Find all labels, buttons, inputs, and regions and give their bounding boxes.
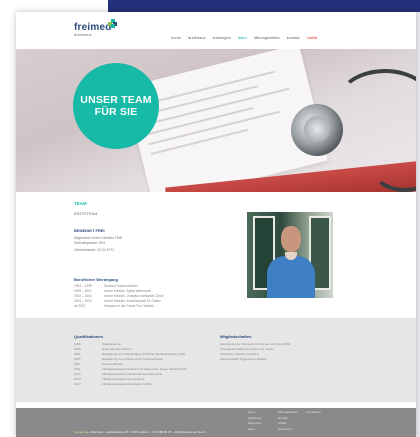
person-name: BENEDIKT FREI bbox=[74, 228, 105, 233]
website-page: freimed ärztehaus home ärztehaus leistun… bbox=[16, 12, 416, 437]
footer-nav-col3: impressum bbox=[306, 410, 321, 416]
qualification-row: 2014 Fähigkeitsausweis Sonographie bbox=[74, 377, 145, 381]
qualification-row: 1999 Staatsexamen bbox=[74, 342, 122, 346]
nav-item-team[interactable]: team bbox=[238, 35, 247, 40]
footer-link[interactable]: impressum bbox=[278, 427, 297, 433]
footer-link[interactable]: öffnungszeiten bbox=[278, 410, 297, 416]
footer-link[interactable]: team bbox=[248, 427, 262, 433]
footer-nav-col2: öffnungszeiten kontakt notfall impressum bbox=[278, 410, 297, 432]
footer-nav-col1: home ärztehaus leistungen team bbox=[248, 410, 262, 432]
footer-address-text: · ärztehaus · wattwilstrasse 66 · 9630 w… bbox=[88, 430, 206, 434]
footer-link[interactable]: impressum bbox=[306, 410, 321, 416]
hero-banner: UNSER TEAM FÜR SIE bbox=[16, 49, 416, 192]
section-title: TEAM bbox=[74, 201, 87, 206]
qualification-row: 2017 Fähigkeitsausweis Praxislabor FAMH bbox=[74, 382, 152, 386]
nav-item-oeffnungszeiten[interactable]: öffnungszeiten bbox=[254, 35, 280, 40]
person-detail: Allgemeine Innere Medizin FMH bbox=[74, 236, 123, 240]
nav-item-leistungen[interactable]: leistungen bbox=[213, 35, 231, 40]
nav-item-kontakt[interactable]: kontakt bbox=[287, 35, 300, 40]
qualification-row: 2011 Fähigkeitsausweis Facharzt für Allge… bbox=[74, 367, 187, 371]
footer-link[interactable]: leistungen bbox=[248, 421, 262, 427]
qualifications-title: Qualifikationen bbox=[74, 334, 103, 339]
qualification-row: 2005 Bewilligung zum Führen einer Privata… bbox=[74, 357, 163, 361]
qualifications-section: Qualifikationen 1999 Staatsexamen 2000 Dok… bbox=[16, 318, 416, 402]
footer-brand: freimed ag bbox=[74, 430, 89, 434]
cross-logo-icon bbox=[108, 19, 117, 28]
nav-item-notfall[interactable]: notfall bbox=[307, 35, 318, 40]
nav-item-home[interactable]: home bbox=[171, 35, 181, 40]
career-row: 1993 – 1999 Studium Humanmedizin bbox=[74, 284, 138, 288]
membership-row: Vereinigung der Schweizer Ärztinnen und … bbox=[220, 342, 291, 346]
qualification-row: 2000 Doktortitel der Medizin bbox=[74, 347, 132, 351]
membership-row: Ärztegesellschaft des Kantons St. Gallen bbox=[220, 347, 275, 351]
doctor-photo bbox=[247, 212, 333, 298]
stethoscope-diaphragm bbox=[304, 116, 330, 142]
nav-item-aerztehaus[interactable]: ärztehaus bbox=[188, 35, 206, 40]
person-detail: Hofmatt/partner 09% bbox=[74, 241, 106, 245]
hero-title-circle: UNSER TEAM FÜR SIE bbox=[73, 63, 159, 149]
person-detail: Gebutstdatum: 10.04.1972 bbox=[74, 248, 115, 252]
footer-address: freimed ag· ärztehaus · wattwilstrasse 6… bbox=[74, 430, 205, 434]
hero-title-line2: FÜR SIE bbox=[94, 106, 138, 118]
section-subtitle: ÄRZTETEAM bbox=[74, 212, 98, 216]
career-title: Beruflicher Werdegang bbox=[74, 277, 118, 282]
career-row: 1999 – 2001 Innere Medizin, Spital Wädens… bbox=[74, 289, 151, 293]
qualification-row: 2007 Praxiseröffnung bbox=[74, 362, 123, 366]
site-header: freimed ärztehaus home ärztehaus leistun… bbox=[16, 12, 416, 48]
team-section: TEAM ÄRZTETEAM BENEDIKT FREI Allgemeine … bbox=[16, 192, 416, 317]
hero-title-line1: UNSER TEAM bbox=[80, 94, 152, 106]
membership-row: Zentrumsplatz Toggenburg Wattwil bbox=[220, 357, 267, 361]
career-row: ab 2007 Hausarzt in der Praxis Frei, Watt… bbox=[74, 304, 154, 308]
qualification-row: 2013 Fähigkeitsausweis Ultraschall des Ab… bbox=[74, 372, 163, 376]
background-band bbox=[108, 0, 420, 12]
membership-row: Schweizer Hausarzt-Verband bbox=[220, 352, 259, 356]
site-footer: home ärztehaus leistungen team öffnungsz… bbox=[16, 408, 416, 437]
stethoscope-tube bbox=[336, 69, 416, 137]
career-row: 2004 – 2005 Innere Medizin, Kantonsspital… bbox=[74, 299, 161, 303]
memberships-title: Mitgliedschaften bbox=[220, 334, 252, 339]
qualification-row: 2001 Bewilligung zur selbständigen ärztli… bbox=[74, 352, 186, 356]
career-row: 2002 – 2004 Innere Medizin, Unispital Ins… bbox=[74, 294, 164, 298]
main-nav: home ärztehaus leistungen team öffnungsz… bbox=[171, 35, 317, 40]
logo[interactable]: freimed ärztehaus bbox=[74, 19, 117, 37]
